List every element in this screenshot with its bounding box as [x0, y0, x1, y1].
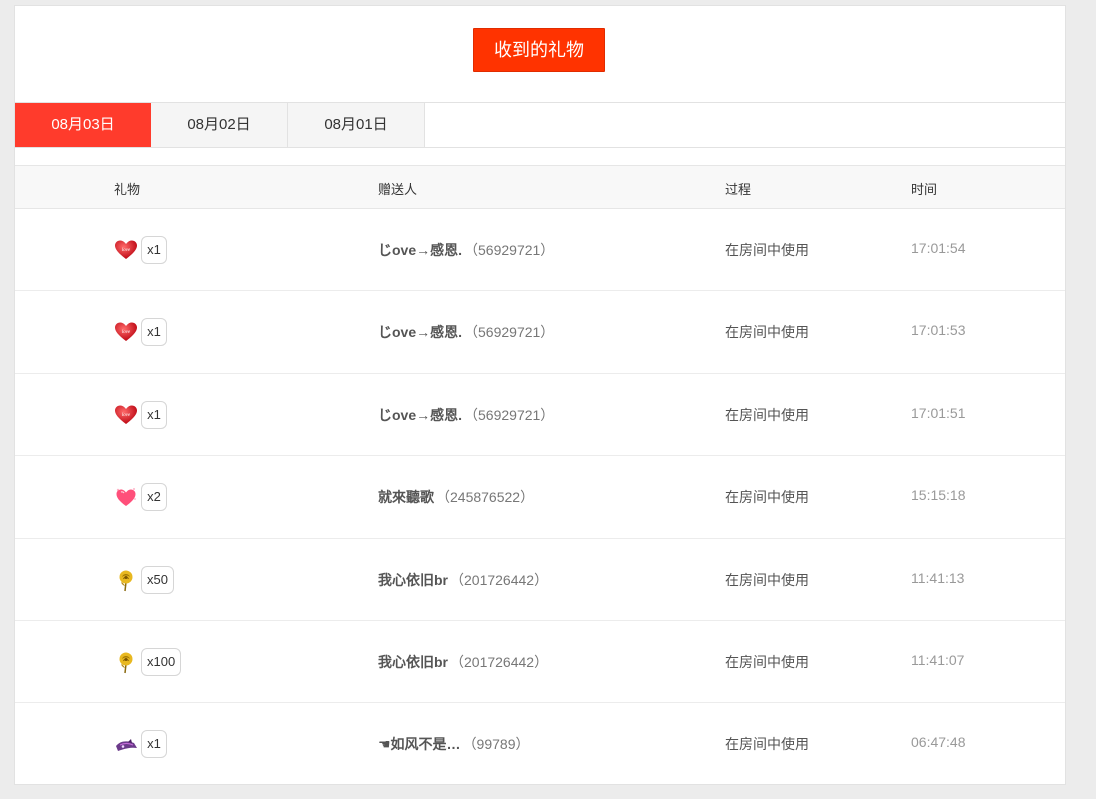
process-text: 在房间中使用: [725, 406, 809, 423]
sender-name[interactable]: じove→感恩.: [378, 242, 462, 258]
sender-name[interactable]: ☚如风不是…: [378, 736, 461, 752]
sender-cell: ☚如风不是… （99789）: [378, 734, 530, 754]
sender-id: （245876522）: [436, 489, 535, 506]
tab-date-1[interactable]: 08月02日: [151, 103, 288, 147]
love-heart-icon: love: [114, 320, 138, 344]
sender-id: （99789）: [462, 736, 530, 753]
love-heart-icon: love: [114, 238, 138, 262]
process-text: 在房间中使用: [725, 242, 809, 258]
table-header: 礼物 赠送人 过程 时间: [15, 165, 1065, 209]
sender-name[interactable]: 我心依旧br: [378, 572, 448, 588]
sender-id: （201726442）: [450, 571, 549, 588]
gift-panel: 收到的礼物 08月03日 08月02日 08月01日 礼物 赠送人 过程 时间 …: [14, 5, 1066, 785]
gift-quantity-badge: x50: [141, 565, 174, 594]
date-tabs: 08月03日 08月02日 08月01日: [15, 102, 1065, 148]
gift-quantity-badge: x1: [141, 730, 167, 759]
time-text: 11:41:13: [911, 569, 965, 586]
table-row: love x1 じove→感恩. （56929721） 在房间中使用 17:01:…: [15, 374, 1065, 457]
process-text: 在房间中使用: [725, 653, 809, 670]
time-text: 17:01:51: [911, 404, 966, 421]
gift-cell: love x1: [114, 318, 167, 347]
gift-quantity-badge: x1: [141, 236, 167, 264]
table-row: x100 我心依旧br （201726442） 在房间中使用 11:41:07: [15, 621, 1065, 704]
sender-name[interactable]: じove→感恩.: [378, 324, 462, 340]
sender-id: （56929721）: [464, 406, 555, 423]
sender-cell: じove→感恩. （56929721）: [378, 405, 554, 425]
gift-cell: love x1: [114, 400, 167, 429]
panel-header: 收到的礼物: [15, 6, 1065, 102]
sender-cell: 我心依旧br （201726442）: [378, 570, 548, 590]
sender-name[interactable]: じove→感恩.: [378, 407, 462, 423]
pink-heart-icon: [114, 485, 138, 509]
sender-name[interactable]: 就來聽歌: [378, 489, 434, 505]
column-header-process: 过程: [725, 182, 752, 197]
sender-id: （56929721）: [464, 324, 555, 341]
time-text: 17:01:54: [911, 240, 966, 256]
table-body: love x1 じove→感恩. （56929721） 在房间中使用 17:01:…: [15, 209, 1065, 786]
table-row: x1 ☚如风不是… （99789） 在房间中使用 06:47:48: [15, 703, 1065, 785]
table-row: x50 我心依旧br （201726442） 在房间中使用 11:41:13: [15, 539, 1065, 621]
gift-quantity-badge: x1: [141, 318, 167, 347]
tab-date-2[interactable]: 08月01日: [288, 103, 425, 147]
sender-cell: じove→感恩. （56929721）: [378, 240, 554, 260]
svg-text:love: love: [122, 413, 131, 418]
table-row: love x1 じove→感恩. （56929721） 在房间中使用 17:01:…: [15, 209, 1065, 292]
sender-cell: じove→感恩. （56929721）: [378, 322, 554, 342]
process-text: 在房间中使用: [725, 489, 809, 506]
gift-quantity-badge: x2: [141, 483, 167, 512]
sender-name[interactable]: 我心依旧br: [378, 654, 448, 670]
gift-quantity-badge: x100: [141, 647, 182, 676]
column-header-gift: 礼物: [114, 182, 141, 197]
gift-table: 礼物 赠送人 过程 时间 love x1 じove→感恩. （56929721） …: [15, 165, 1065, 786]
column-header-time: 时间: [911, 182, 938, 197]
gift-quantity-badge: x1: [141, 400, 167, 429]
sender-cell: 就來聽歌 （245876522）: [378, 487, 534, 507]
sender-id: （56929721）: [464, 242, 555, 258]
tab-date-0[interactable]: 08月03日: [15, 103, 151, 147]
process-text: 在房间中使用: [725, 736, 809, 753]
svg-text:love: love: [122, 248, 131, 253]
gold-rose-icon: [114, 568, 138, 592]
gift-cell: love x1: [114, 236, 167, 264]
sender-id: （201726442）: [450, 653, 549, 670]
purple-gift-icon: [114, 732, 138, 756]
gift-cell: x2: [114, 483, 167, 512]
gift-cell: x1: [114, 730, 167, 759]
process-text: 在房间中使用: [725, 324, 809, 341]
time-text: 06:47:48: [911, 734, 966, 751]
love-heart-icon: love: [114, 403, 138, 427]
time-text: 15:15:18: [911, 487, 966, 504]
gold-rose-icon: [114, 650, 138, 674]
svg-text:love: love: [122, 330, 131, 335]
process-text: 在房间中使用: [725, 571, 809, 588]
table-row: love x1 じove→感恩. （56929721） 在房间中使用 17:01:…: [15, 291, 1065, 374]
gift-cell: x100: [114, 647, 182, 676]
gift-cell: x50: [114, 565, 174, 594]
time-text: 11:41:07: [911, 651, 965, 668]
received-gifts-button[interactable]: 收到的礼物: [473, 28, 605, 72]
column-header-sender: 赠送人: [378, 182, 418, 197]
time-text: 17:01:53: [911, 322, 966, 339]
sender-cell: 我心依旧br （201726442）: [378, 652, 548, 672]
table-row: x2 就來聽歌 （245876522） 在房间中使用 15:15:18: [15, 456, 1065, 539]
